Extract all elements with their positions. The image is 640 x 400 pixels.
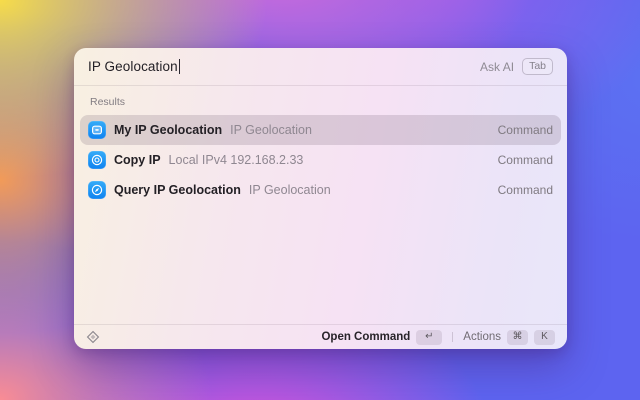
query-ip-geolocation-app-icon [88,181,106,199]
results-panel: Results My IP Geolocation IP Geolocation… [74,86,567,324]
result-subtitle: IP Geolocation [249,183,331,197]
result-type-badge: Command [498,123,553,137]
results-section-label: Results [80,94,561,115]
result-title: Copy IP [114,153,161,167]
open-command-button[interactable]: Open Command [321,331,410,343]
search-bar: IP Geolocation Ask AI Tab [74,48,567,86]
text-cursor [179,59,181,74]
copy-ip-app-icon [88,151,106,169]
result-title: My IP Geolocation [114,123,222,137]
launcher-logo-icon [86,330,100,344]
my-ip-geolocation-app-icon [88,121,106,139]
result-row[interactable]: My IP Geolocation IP Geolocation Command [80,115,561,145]
status-bar: Open Command ↵ Actions ⌘ K [74,324,567,349]
command-keycap[interactable]: ⌘ [507,330,528,345]
actions-button[interactable]: Actions [463,331,501,343]
ask-ai-button[interactable]: Ask AI [480,60,514,74]
search-input[interactable]: IP Geolocation [88,58,180,76]
result-row[interactable]: Query IP Geolocation IP Geolocation Comm… [80,175,561,205]
result-subtitle: Local IPv4 192.168.2.33 [169,153,304,167]
result-row[interactable]: Copy IP Local IPv4 192.168.2.33 Command [80,145,561,175]
result-title: Query IP Geolocation [114,183,241,197]
results-list: My IP Geolocation IP Geolocation Command… [80,115,561,205]
search-query-text: IP Geolocation [88,59,178,74]
desktop-background: IP Geolocation Ask AI Tab Results My IP … [0,0,640,400]
launcher-window: IP Geolocation Ask AI Tab Results My IP … [74,48,567,349]
result-type-badge: Command [498,183,553,197]
k-keycap[interactable]: K [534,330,555,345]
tab-keycap[interactable]: Tab [522,58,553,75]
footer-divider [452,332,453,342]
return-keycap[interactable]: ↵ [416,330,442,345]
result-type-badge: Command [498,153,553,167]
result-subtitle: IP Geolocation [230,123,312,137]
